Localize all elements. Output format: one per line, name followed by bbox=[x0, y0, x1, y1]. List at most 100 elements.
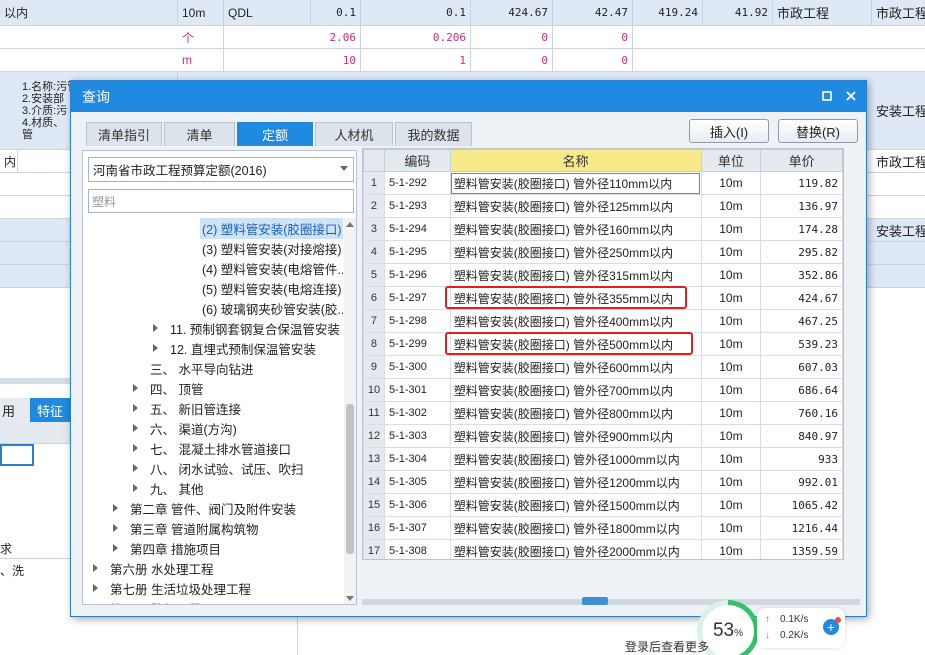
grid-row[interactable]: 3 5-1-294 塑料管安装(胶圈接口) 管外径160mm以内 10m 174.28 bbox=[363, 217, 843, 241]
grid-row[interactable]: 14 5-1-305 塑料管安装(胶圈接口) 管外径1200mm以内 10m 992.0… bbox=[363, 470, 843, 494]
tree-node[interactable]: 八、 闭水试验、试压、吹扫 bbox=[83, 458, 343, 478]
quota-price[interactable]: 352.86 bbox=[760, 263, 843, 287]
expand-arrow-icon[interactable] bbox=[133, 404, 138, 412]
quota-unit[interactable]: 10m bbox=[700, 539, 762, 559]
quota-unit[interactable]: 10m bbox=[700, 286, 762, 310]
expand-arrow-icon[interactable] bbox=[153, 344, 158, 352]
tree-node[interactable]: (5) 塑料管安装(电熔连接) bbox=[83, 278, 343, 298]
grid-row[interactable]: 7 5-1-298 塑料管安装(胶圈接口) 管外径400mm以内 10m 467.25 bbox=[363, 309, 843, 333]
tab-rencaiji[interactable]: 人材机 bbox=[315, 122, 393, 146]
bg-splitter[interactable] bbox=[0, 378, 70, 384]
quota-code[interactable]: 5-1-297 bbox=[383, 286, 451, 310]
expand-arrow-icon[interactable] bbox=[133, 484, 138, 492]
quota-name[interactable]: 塑料管安装(胶圈接口) 管外径250mm以内 bbox=[449, 240, 702, 264]
expand-arrow-icon[interactable] bbox=[133, 444, 138, 452]
expand-arrow-icon[interactable] bbox=[93, 604, 98, 605]
scroll-down-icon[interactable] bbox=[346, 596, 354, 601]
quota-unit[interactable]: 10m bbox=[700, 516, 762, 540]
tree-node[interactable]: 第七册 生活垃圾处理工程 bbox=[83, 578, 343, 598]
quota-name[interactable]: 塑料管安装(胶圈接口) 管外径1000mm以内 bbox=[449, 447, 702, 471]
tab-my-data[interactable]: 我的数据 bbox=[395, 122, 472, 146]
grid-row[interactable]: 2 5-1-293 塑料管安装(胶圈接口) 管外径125mm以内 10m 136.97 bbox=[363, 194, 843, 218]
bg-selected-cell[interactable] bbox=[0, 444, 34, 466]
quota-unit[interactable]: 10m bbox=[700, 470, 762, 494]
grid-row[interactable]: 6 5-1-297 塑料管安装(胶圈接口) 管外径355mm以内 10m 424.67 bbox=[363, 286, 843, 310]
expand-arrow-icon[interactable] bbox=[113, 504, 118, 512]
quota-unit[interactable]: 10m bbox=[700, 240, 762, 264]
grid-row[interactable]: 15 5-1-306 塑料管安装(胶圈接口) 管外径1500mm以内 10m 1065.… bbox=[363, 493, 843, 517]
quota-price[interactable]: 933 bbox=[760, 447, 843, 471]
tree-node[interactable]: (4) 塑料管安装(电熔管件... bbox=[83, 258, 343, 278]
grid-row[interactable]: 11 5-1-302 塑料管安装(胶圈接口) 管外径800mm以内 10m 760.16 bbox=[363, 401, 843, 425]
quota-name[interactable]: 塑料管安装(胶圈接口) 管外径600mm以内 bbox=[449, 355, 702, 379]
col-header-code[interactable]: 编码 bbox=[383, 149, 451, 172]
quota-name[interactable]: 塑料管安装(胶圈接口) 管外径900mm以内 bbox=[449, 424, 702, 448]
quota-code[interactable]: 5-1-302 bbox=[383, 401, 451, 425]
network-speed-widget[interactable]: 53% ↑ 0.1K/s ↓ 0.2K/s + bbox=[697, 600, 845, 655]
quota-code[interactable]: 5-1-305 bbox=[383, 470, 451, 494]
quota-price[interactable]: 607.03 bbox=[760, 355, 843, 379]
grid-row[interactable]: 5 5-1-296 塑料管安装(胶圈接口) 管外径315mm以内 10m 352.86 bbox=[363, 263, 843, 287]
tree-node[interactable]: 三、 水平导向钻进 bbox=[83, 358, 343, 378]
tab-dinge[interactable]: 定额 bbox=[237, 122, 313, 146]
quota-name[interactable]: 塑料管安装(胶圈接口) 管外径700mm以内 bbox=[449, 378, 702, 402]
maximize-icon[interactable] bbox=[818, 87, 836, 105]
quota-name[interactable]: 塑料管安装(胶圈接口) 管外径1800mm以内 bbox=[449, 516, 702, 540]
quota-price[interactable]: 686.64 bbox=[760, 378, 843, 402]
quota-price[interactable]: 539.23 bbox=[760, 332, 843, 356]
bg-tab-tezheng[interactable]: 特征 bbox=[30, 398, 70, 422]
chevron-down-icon[interactable] bbox=[340, 166, 348, 171]
quota-code[interactable]: 5-1-301 bbox=[383, 378, 451, 402]
quota-price[interactable]: 174.28 bbox=[760, 217, 843, 241]
tree-node[interactable]: 第二章 管件、阀门及附件安装 bbox=[83, 498, 343, 518]
quota-unit[interactable]: 10m bbox=[700, 447, 762, 471]
tree-node[interactable]: 11. 预制钢套钢复合保温管安装 bbox=[83, 318, 343, 338]
quota-code[interactable]: 5-1-307 bbox=[383, 516, 451, 540]
expand-arrow-icon[interactable] bbox=[133, 384, 138, 392]
expand-arrow-icon[interactable] bbox=[113, 524, 118, 532]
quota-name[interactable]: 塑料管安装(胶圈接口) 管外径1200mm以内 bbox=[449, 470, 702, 494]
quota-code[interactable]: 5-1-292 bbox=[383, 171, 451, 195]
dialog-titlebar[interactable]: 查询 bbox=[71, 81, 866, 112]
quota-name[interactable]: 塑料管安装(胶圈接口) 管外径800mm以内 bbox=[449, 401, 702, 425]
bg-row-2[interactable]: 个 2.06 0.206 0 0 bbox=[0, 26, 925, 49]
quota-name[interactable]: 塑料管安装(胶圈接口) 管外径500mm以内 bbox=[449, 332, 702, 356]
quota-code[interactable]: 5-1-295 bbox=[383, 240, 451, 264]
expand-arrow-icon[interactable] bbox=[133, 464, 138, 472]
quota-code[interactable]: 5-1-300 bbox=[383, 355, 451, 379]
tree-node[interactable]: 九、 其他 bbox=[83, 478, 343, 498]
quota-name[interactable]: 塑料管安装(胶圈接口) 管外径400mm以内 bbox=[449, 309, 702, 333]
tree-node[interactable]: 五、 新旧管连接 bbox=[83, 398, 343, 418]
tree-node[interactable]: 四、 顶管 bbox=[83, 378, 343, 398]
replace-button[interactable]: 替换(R) bbox=[778, 119, 858, 143]
scroll-up-icon[interactable] bbox=[346, 222, 354, 227]
quota-unit[interactable]: 10m bbox=[700, 263, 762, 287]
grid-row[interactable]: 13 5-1-304 塑料管安装(胶圈接口) 管外径1000mm以内 10m 933 bbox=[363, 447, 843, 471]
quota-name[interactable]: 塑料管安装(胶圈接口) 管外径160mm以内 bbox=[449, 217, 702, 241]
col-header-unit[interactable]: 单位 bbox=[700, 149, 762, 172]
bg-tab-yong[interactable]: 用 bbox=[0, 398, 30, 422]
quota-code[interactable]: 5-1-293 bbox=[383, 194, 451, 218]
close-icon[interactable] bbox=[842, 87, 860, 105]
quota-unit[interactable]: 10m bbox=[700, 171, 762, 195]
quota-price[interactable]: 424.67 bbox=[760, 286, 843, 310]
quota-unit[interactable]: 10m bbox=[700, 217, 762, 241]
expand-arrow-icon[interactable] bbox=[133, 424, 138, 432]
quota-price[interactable]: 840.97 bbox=[760, 424, 843, 448]
expand-arrow-icon[interactable] bbox=[93, 564, 98, 572]
quota-unit[interactable]: 10m bbox=[700, 401, 762, 425]
tree-node[interactable]: 第六册 水处理工程 bbox=[83, 558, 343, 578]
grid-row[interactable]: 8 5-1-299 塑料管安装(胶圈接口) 管外径500mm以内 10m 539.23 bbox=[363, 332, 843, 356]
boost-plus-icon[interactable]: + bbox=[823, 617, 841, 635]
tree-node[interactable]: 第三章 管道附属构筑物 bbox=[83, 518, 343, 538]
quota-unit[interactable]: 10m bbox=[700, 378, 762, 402]
quota-unit[interactable]: 10m bbox=[700, 194, 762, 218]
quota-price[interactable]: 1065.42 bbox=[760, 493, 843, 517]
col-header-name[interactable]: 名称 bbox=[449, 149, 702, 172]
quota-unit[interactable]: 10m bbox=[700, 424, 762, 448]
scrollbar-thumb[interactable] bbox=[346, 404, 354, 554]
expand-arrow-icon[interactable] bbox=[113, 544, 118, 552]
tab-qingdan[interactable]: 清单 bbox=[164, 122, 235, 146]
tree-node[interactable]: 六、 渠道(方沟) bbox=[83, 418, 343, 438]
quota-name[interactable]: 塑料管安装(胶圈接口) 管外径1500mm以内 bbox=[449, 493, 702, 517]
